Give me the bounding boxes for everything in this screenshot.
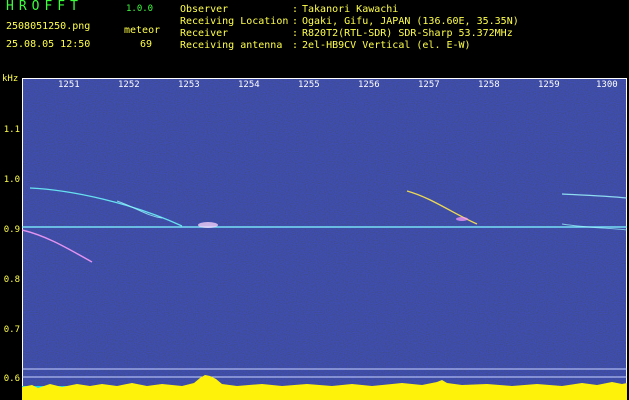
noise-texture xyxy=(22,78,627,400)
station-info: Observer: Takanori Kawachi Receiving Loca… xyxy=(180,4,519,52)
info-value: Ogaki, Gifu, JAPAN (136.60E, 35.35N) xyxy=(302,16,519,27)
info-key: Receiving Location xyxy=(180,16,289,27)
x-tick-label: 1258 xyxy=(478,80,500,90)
info-sep: : xyxy=(292,4,299,15)
meteor-count: 69 xyxy=(140,39,153,50)
info-key: Receiver xyxy=(180,28,229,39)
spectrogram-panel xyxy=(22,78,627,400)
y-axis-unit: kHz xyxy=(2,74,19,84)
y-tick-label: 1.1 xyxy=(3,125,20,135)
meteor-head xyxy=(198,222,218,228)
info-row-receiver: Receiver: R820T2(RTL-SDR) SDR-Sharp 53.37… xyxy=(180,28,519,40)
header-panel: HROFFT 1.0.0 2508051250.png 25.08.05 12:… xyxy=(0,0,629,78)
x-tick-label: 1252 xyxy=(118,80,140,90)
x-tick-label: 1259 xyxy=(538,80,560,90)
y-tick-label: 0.7 xyxy=(3,325,20,335)
date-time: 25.08.05 12:50 xyxy=(6,39,91,50)
info-key: Observer xyxy=(180,4,229,15)
x-tick-label: 1255 xyxy=(298,80,320,90)
info-value: R820T2(RTL-SDR) SDR-Sharp 53.372MHz xyxy=(302,28,513,39)
x-tick-label: 1251 xyxy=(58,80,80,90)
info-value: Takanori Kawachi xyxy=(302,4,399,15)
file-name: 2508051250.png xyxy=(6,21,91,32)
spectrogram-svg xyxy=(22,78,627,400)
y-tick-label: 1.0 xyxy=(3,175,20,185)
app-version: 1.0.0 xyxy=(126,4,154,14)
info-key: Receiving antenna xyxy=(180,40,283,51)
y-tick-label: 0.6 xyxy=(3,374,20,384)
meteor-head xyxy=(456,217,468,221)
x-tick-label: 1256 xyxy=(358,80,380,90)
x-tick-label: 1257 xyxy=(418,80,440,90)
info-sep: : xyxy=(292,40,299,51)
y-tick-label: 0.9 xyxy=(3,225,20,235)
info-sep: : xyxy=(292,28,299,39)
y-tick-label: 0.8 xyxy=(3,275,20,285)
info-row-location: Receiving Location: Ogaki, Gifu, JAPAN (1… xyxy=(180,16,519,28)
meteor-label: meteor xyxy=(124,25,161,36)
info-value: 2el-HB9CV Vertical (el. E-W) xyxy=(302,40,471,51)
x-tick-label: 1254 xyxy=(238,80,260,90)
x-tick-label: 1300 xyxy=(596,80,618,90)
info-sep: : xyxy=(292,16,299,27)
x-tick-label: 1253 xyxy=(178,80,200,90)
info-row-observer: Observer: Takanori Kawachi xyxy=(180,4,519,16)
info-row-antenna: Receiving antenna:2el-HB9CV Vertical (el… xyxy=(180,40,519,52)
app-logo: HROFFT xyxy=(6,0,83,14)
